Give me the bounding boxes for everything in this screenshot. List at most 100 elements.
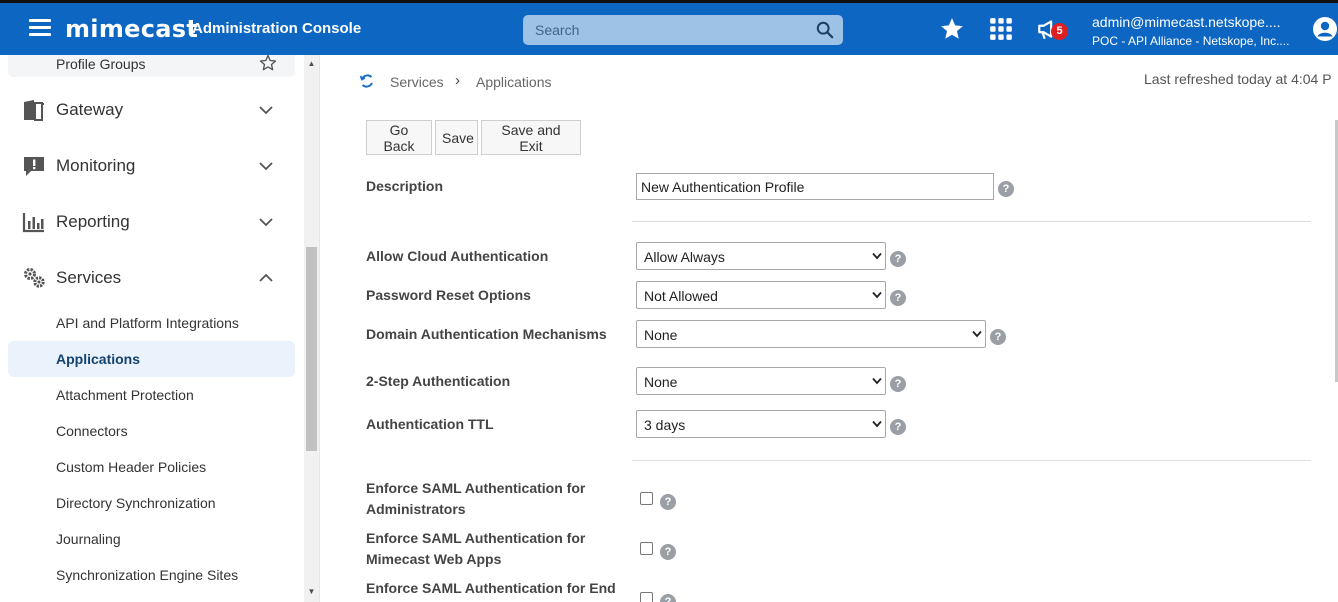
help-icon[interactable]: ? — [998, 181, 1014, 197]
select-value: None — [644, 327, 678, 343]
label-line: Enforce SAML Authentication for — [366, 530, 586, 546]
sidebar-item-label: Connectors — [56, 423, 128, 439]
console-title: Administration Console — [192, 20, 362, 37]
sidebar-section-services[interactable]: Services — [8, 257, 295, 297]
star-outline-icon[interactable] — [258, 55, 278, 73]
user-email[interactable]: admin@mimecast.netskope.... — [1092, 14, 1281, 30]
allow-cloud-auth-label: Allow Cloud Authentication — [366, 248, 549, 264]
star-icon[interactable] — [939, 16, 965, 42]
help-icon[interactable]: ? — [660, 544, 676, 560]
scroll-down-arrow-icon[interactable]: ▼ — [304, 585, 319, 599]
section-label: Monitoring — [56, 156, 136, 175]
sidebar-item-label: Applications — [56, 351, 141, 367]
sidebar: Profile Groups Gateway Monitoring Report… — [0, 55, 320, 602]
sidebar-item-connectors[interactable]: Connectors — [8, 413, 295, 449]
help-icon[interactable]: ? — [890, 251, 906, 267]
allow-cloud-auth-select[interactable]: Allow Always — [636, 242, 886, 270]
user-account[interactable]: POC - API Alliance - Netskope, Inc.... — [1092, 34, 1289, 48]
sidebar-item-custom-header-policies[interactable]: Custom Header Policies — [8, 449, 295, 485]
breadcrumb-services[interactable]: Services — [390, 74, 444, 90]
select-value: None — [644, 374, 678, 390]
password-reset-label: Password Reset Options — [366, 287, 531, 303]
label-line: Administrators — [366, 501, 466, 517]
sidebar-section-reporting[interactable]: Reporting — [8, 201, 295, 241]
divider — [632, 460, 1311, 461]
gears-icon — [24, 268, 45, 288]
sidebar-item-label: Attachment Protection — [56, 387, 194, 403]
sidebar-item-label: Journaling — [56, 531, 121, 547]
sidebar-item-journaling[interactable]: Journaling — [8, 521, 295, 557]
search-input[interactable] — [523, 15, 813, 45]
domain-auth-label: Domain Authentication Mechanisms — [366, 326, 607, 342]
sidebar-item-directory-synchronization[interactable]: Directory Synchronization — [8, 485, 295, 521]
select-value: Not Allowed — [644, 288, 718, 304]
save-button[interactable]: Save — [435, 120, 478, 155]
saml-web-apps-checkbox[interactable] — [640, 542, 653, 555]
save-and-exit-button[interactable]: Save and Exit — [481, 120, 581, 155]
help-icon[interactable]: ? — [660, 594, 676, 602]
main-content: Services › Applications Last refreshed t… — [321, 55, 1338, 602]
select-value: 3 days — [644, 417, 686, 433]
help-icon[interactable]: ? — [890, 290, 906, 306]
search-box — [523, 15, 843, 45]
chevron-down-icon — [872, 291, 882, 299]
auth-ttl-label: Authentication TTL — [366, 416, 494, 432]
description-label: Description — [366, 178, 444, 194]
top-bar: mimecast Administration Console 5 admin@… — [0, 0, 1338, 55]
reporting-icon — [22, 213, 44, 233]
chevron-down-icon — [259, 218, 273, 227]
mimecast-logo[interactable]: mimecast — [65, 15, 198, 43]
gateway-icon — [24, 100, 44, 121]
refresh-icon[interactable] — [359, 73, 375, 89]
scroll-up-arrow-icon[interactable]: ▲ — [304, 57, 319, 71]
sidebar-item-label: Directory Synchronization — [56, 495, 216, 511]
section-label: Services — [56, 268, 122, 287]
help-icon[interactable]: ? — [990, 329, 1006, 345]
sidebar-scroll-thumb[interactable] — [306, 247, 317, 451]
help-icon[interactable]: ? — [890, 376, 906, 392]
sidebar-item-label: API and Platform Integrations — [56, 315, 239, 331]
section-label: Reporting — [56, 212, 130, 231]
last-refreshed: Last refreshed today at 4:04 P — [1144, 71, 1332, 87]
chevron-down-icon — [972, 330, 982, 338]
description-input[interactable] — [636, 173, 994, 200]
sidebar-item-label: Synchronization Engine Sites — [56, 567, 239, 583]
sidebar-item-label: Profile Groups — [56, 56, 146, 72]
sidebar-item-attachment-protection[interactable]: Attachment Protection — [8, 377, 295, 413]
help-icon[interactable]: ? — [890, 419, 906, 435]
sidebar-item-synchronization-engine-sites[interactable]: Synchronization Engine Sites — [8, 557, 295, 593]
user-avatar-icon[interactable] — [1312, 16, 1338, 42]
label-line: Mimecast Web Apps — [366, 551, 502, 567]
go-back-button[interactable]: Go Back — [366, 120, 432, 155]
sidebar-item-label: Custom Header Policies — [56, 459, 207, 475]
two-step-auth-select[interactable]: None — [636, 367, 886, 395]
saml-end-users-checkbox[interactable] — [640, 592, 653, 602]
notification-badge[interactable]: 5 — [1051, 23, 1068, 40]
chevron-right-icon: › — [455, 72, 460, 89]
help-icon[interactable]: ? — [660, 494, 676, 510]
password-reset-select[interactable]: Not Allowed — [636, 281, 886, 309]
search-icon[interactable] — [816, 21, 834, 39]
chevron-down-icon — [872, 377, 882, 385]
monitoring-icon — [24, 157, 44, 176]
saml-web-apps-label: Enforce SAML Authentication for Mimecast… — [366, 528, 585, 570]
auth-ttl-select[interactable]: 3 days — [636, 410, 886, 438]
sidebar-item-applications[interactable]: Applications — [8, 341, 295, 377]
menu-icon[interactable] — [29, 19, 51, 37]
divider — [632, 221, 1311, 222]
chevron-up-icon — [259, 273, 273, 282]
chevron-down-icon — [259, 106, 273, 115]
apps-grid-icon[interactable] — [988, 16, 1014, 42]
select-value: Allow Always — [644, 249, 725, 265]
domain-auth-select[interactable]: None — [636, 320, 986, 348]
saml-admins-label: Enforce SAML Authentication for Administ… — [366, 478, 585, 520]
sidebar-section-monitoring[interactable]: Monitoring — [8, 145, 295, 185]
sidebar-section-gateway[interactable]: Gateway — [8, 89, 295, 129]
sidebar-item-profile-groups[interactable]: Profile Groups — [8, 55, 295, 77]
sidebar-item-api-platform-integrations[interactable]: API and Platform Integrations — [8, 305, 295, 341]
label-line: Enforce SAML Authentication for — [366, 480, 586, 496]
two-step-auth-label: 2-Step Authentication — [366, 373, 511, 389]
saml-end-users-label: Enforce SAML Authentication for End — [366, 580, 616, 596]
section-label: Gateway — [56, 100, 124, 119]
saml-admins-checkbox[interactable] — [640, 492, 653, 505]
